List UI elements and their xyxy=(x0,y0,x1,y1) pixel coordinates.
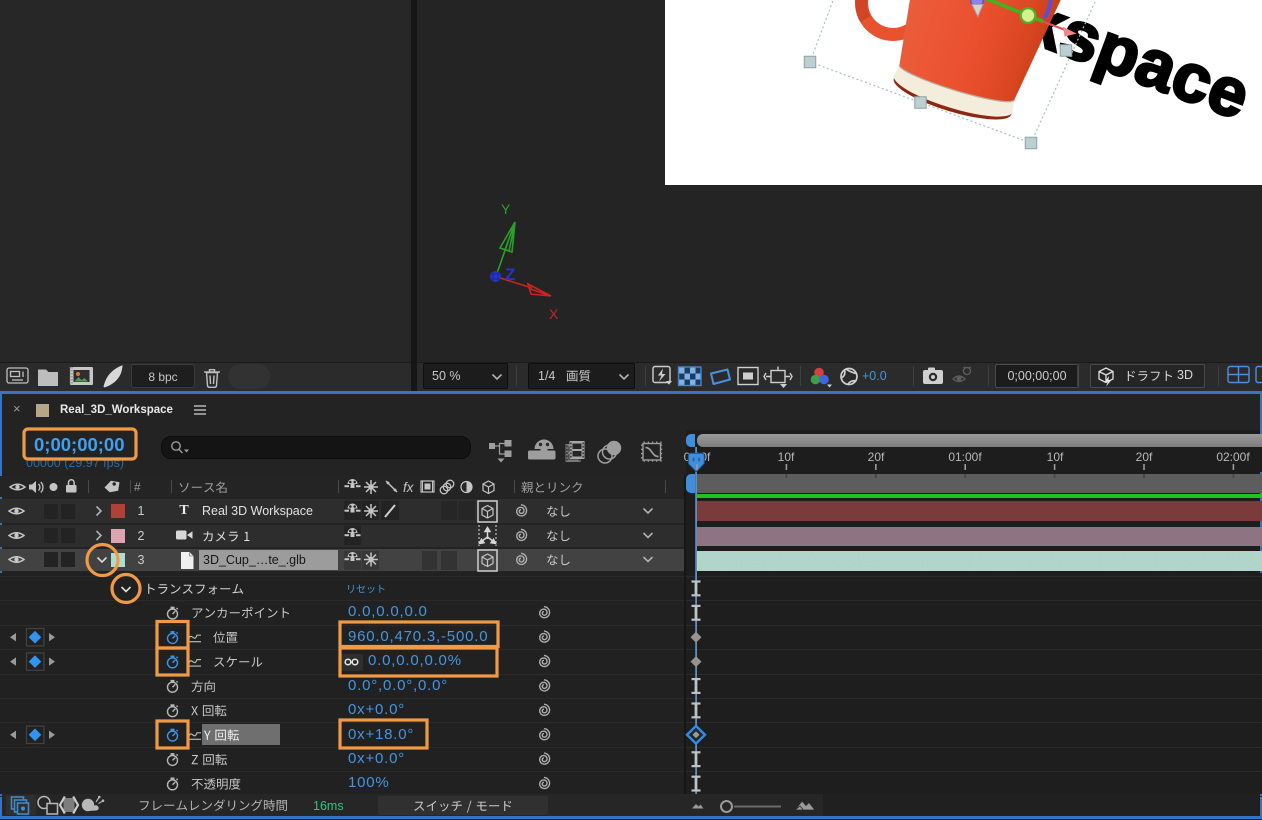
svg-text:Z: Z xyxy=(505,265,515,284)
svg-text:X: X xyxy=(549,306,559,322)
svg-text:Y: Y xyxy=(501,201,511,217)
